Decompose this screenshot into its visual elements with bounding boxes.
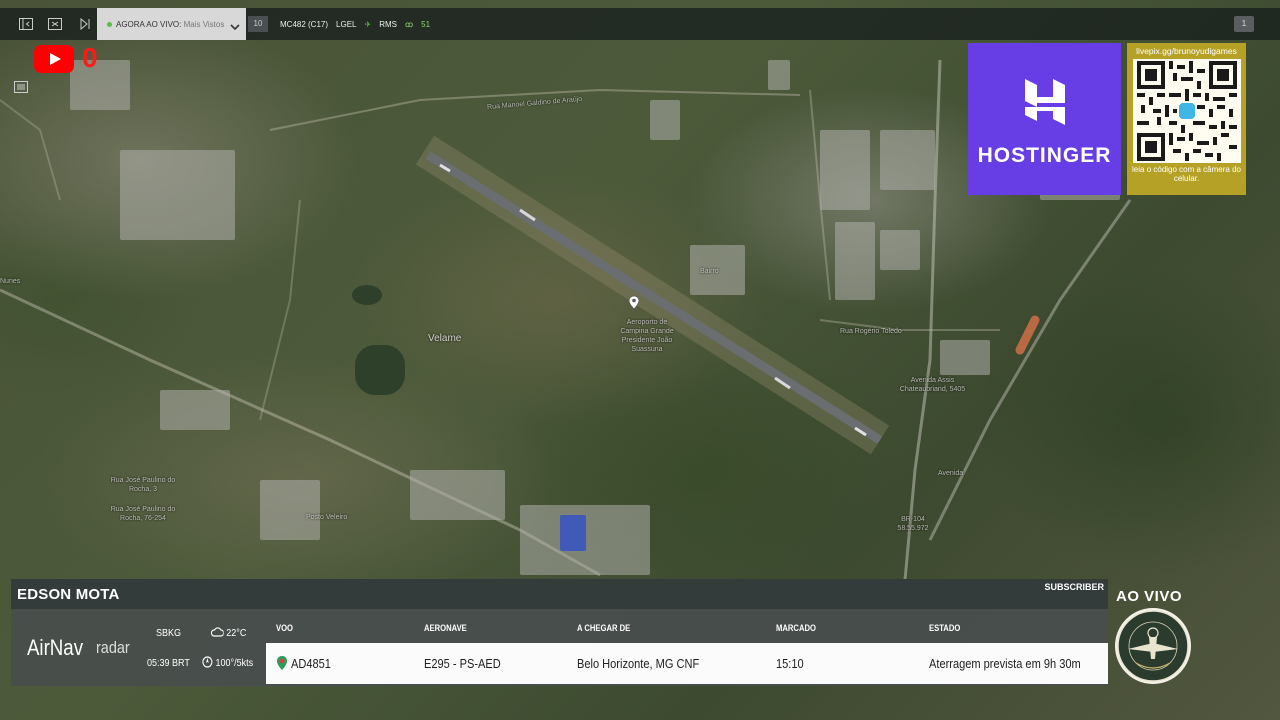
now-live-label: AGORA AO VIVO: [116, 19, 182, 29]
station-info: SBKG 05:39 BRT 22°C 100°/5kts [144, 609, 266, 686]
list-icon[interactable] [10, 78, 32, 96]
live-label: AO VIVO [1116, 588, 1183, 605]
channel-badge-icon [1114, 607, 1192, 685]
route-from: LGEL [336, 19, 357, 29]
station-time: 05:39 BRT [147, 658, 190, 669]
map-label-street-2: Rua José Paulino do Rocha, 3 [110, 477, 176, 493]
map-label-bairro: Bairro [700, 268, 719, 275]
viewers-icon: ꝏ [404, 19, 414, 29]
station-code: SBKG [156, 628, 182, 639]
sidebar-toggle-icon[interactable] [19, 17, 33, 31]
viewers-count: 51 [421, 19, 431, 29]
hostinger-banner[interactable]: HOSTINGER [968, 43, 1121, 195]
now-live-dropdown[interactable]: AGORA AO VIVO: Mais Vistos [97, 8, 246, 40]
col-header-status: ESTADO [929, 623, 961, 633]
live-dot-icon [107, 21, 112, 27]
chevron-down-icon [230, 18, 240, 36]
col-header-aircraft: AERONAVE [424, 623, 467, 633]
qr-url: livepix.gg/brunoyudigames [1136, 46, 1237, 56]
col-header-scheduled: MARCADO [776, 623, 816, 633]
map-label-avenida: Avenida [938, 470, 964, 477]
station-wind: 100°/5kts [202, 656, 253, 671]
hostinger-logo-icon [1023, 77, 1067, 132]
col-header-flight: VOO [276, 623, 294, 633]
map-label-street-3: Rua José Paulino do Rocha, 76-254 [110, 506, 176, 522]
qr-panel: livepix.gg/brunoyudigames leia o código … [1127, 43, 1246, 195]
hostinger-brand: HOSTINGER [977, 144, 1112, 167]
streamer-name: EDSON MOTA [17, 586, 120, 603]
subscriber-label: SUBSCRIBER [1044, 582, 1104, 592]
cell-flight: AD4851 [291, 656, 331, 671]
cloud-icon [210, 626, 225, 641]
expand-icon[interactable] [48, 17, 62, 31]
airnav-radar-word: radar [96, 637, 130, 657]
map-label-street-5: Avenida Assis Chateaubriand, 5405 [899, 377, 966, 393]
flight-code: MC482 (C17) [280, 19, 329, 29]
map-label-br104: BR-104 58.55.972 [897, 516, 929, 532]
table-row[interactable]: AD4851 E295 - PS-AED Belo Horizonte, MG … [266, 643, 1108, 684]
cell-status: Aterragem prevista em 9h 30m [929, 656, 1081, 671]
airnav-logo: AirNav radar [11, 609, 144, 686]
airline-logo-icon [277, 656, 287, 675]
compass-icon [202, 656, 213, 671]
skip-next-icon[interactable] [78, 17, 92, 31]
map-label-nunes: Nunes [0, 278, 21, 285]
station-temp: 22°C [210, 626, 246, 641]
col-header-from: A CHEGAR DE [577, 623, 631, 633]
route-to: RMS [379, 19, 397, 29]
map-label-street-4: Rua Rogério Toledo [840, 328, 902, 335]
qr-code-icon [1132, 59, 1241, 163]
top-bar: AGORA AO VIVO: Mais Vistos 10 MC482 (C17… [0, 8, 1280, 40]
plane-icon: ✈ [364, 19, 372, 29]
qr-caption: leia o código com a câmera do celular. [1132, 165, 1241, 183]
map-label-posto: Posto Veleiro [306, 514, 348, 521]
cell-from: Belo Horizonte, MG CNF [577, 656, 700, 671]
map-label-velame: Velame [428, 333, 462, 344]
youtube-count: 0 [82, 42, 98, 73]
airnav-word: AirNav [27, 634, 84, 660]
cell-scheduled: 15:10 [776, 656, 804, 671]
flight-info: MC482 (C17) LGEL ✈ RMS ꝏ 51 [280, 8, 430, 40]
youtube-icon [34, 45, 74, 73]
panel-header: EDSON MOTA SUBSCRIBER [11, 579, 1108, 609]
corner-button[interactable]: 1 [1234, 16, 1254, 32]
cell-aircraft: E295 - PS-AED [424, 656, 501, 671]
count-badge: 10 [248, 16, 268, 32]
map-label-airport: Aeroporto de Campina Grande Presidente J… [620, 319, 674, 353]
flight-panel: EDSON MOTA SUBSCRIBER AirNav radar SBKG … [11, 579, 1108, 686]
now-live-value: Mais Vistos [183, 19, 225, 29]
